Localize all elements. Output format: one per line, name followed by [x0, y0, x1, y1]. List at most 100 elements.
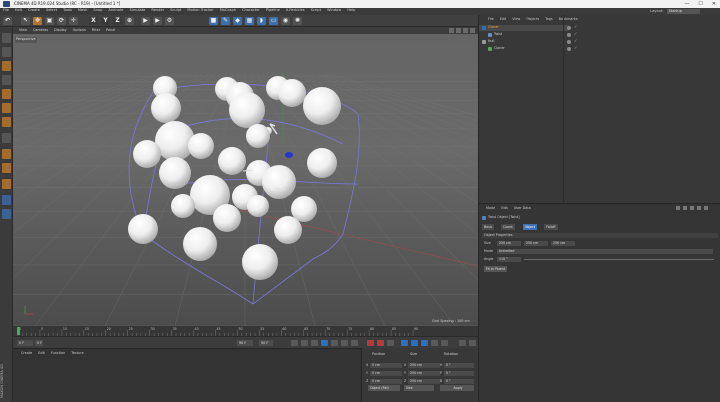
enabled-check-icon[interactable]: ✓ [574, 46, 577, 50]
parameter-key-icon[interactable] [431, 340, 438, 346]
tab-basic[interactable]: Basic [482, 224, 495, 230]
go-to-end-icon[interactable] [351, 340, 358, 346]
object-name[interactable]: Cloner [494, 46, 505, 50]
size-field[interactable]: 250 cm [408, 371, 440, 376]
angle-slider-track[interactable] [524, 259, 714, 260]
viewport-menu-display[interactable]: Display [54, 28, 67, 32]
size-field[interactable]: 250 cm [408, 363, 440, 368]
timeline-ruler[interactable]: 0 5 10 15 20 25 30 35 40 45 50 55 60 65 70 75 80 85 90 [13, 326, 478, 336]
next-frame-icon[interactable] [331, 340, 338, 346]
am-menu-user-data[interactable]: User Data [514, 206, 531, 210]
tweak-mode-icon[interactable] [2, 149, 11, 159]
current-frame-field[interactable]: 0 F [17, 340, 33, 346]
pen-spline-icon[interactable]: ✎ [221, 17, 230, 25]
menu-help[interactable]: Help [347, 8, 355, 13]
object-name[interactable]: Cloner [488, 25, 499, 29]
menu-file[interactable]: File [3, 8, 9, 13]
y-axis-lock-button[interactable]: Y [101, 17, 110, 25]
sphere-clone[interactable] [262, 165, 296, 199]
menu-sculpt[interactable]: Sculpt [170, 8, 181, 13]
viewport-menu-panel[interactable]: Panel [106, 28, 115, 32]
lock-icon[interactable] [697, 206, 701, 210]
render-view-icon[interactable]: ▶ [141, 17, 150, 25]
rotate-icon[interactable]: ⟳ [57, 17, 66, 25]
enable-axis-icon[interactable] [2, 133, 11, 143]
sphere-clone[interactable] [246, 124, 270, 148]
tab-falloff[interactable]: Falloff [544, 224, 558, 230]
om-menu-edit[interactable]: Edit [500, 17, 507, 21]
enabled-check-icon[interactable]: ✓ [574, 25, 577, 29]
go-to-start-icon[interactable] [291, 340, 298, 346]
angle-field[interactable]: 110 ° [497, 257, 521, 262]
position-field[interactable]: 0 cm [370, 379, 402, 384]
back-arrow-icon[interactable] [676, 206, 680, 210]
timeline-playhead[interactable] [17, 327, 20, 335]
maximize-button[interactable]: ☐ [698, 1, 702, 7]
menu-snap[interactable]: Snap [93, 8, 102, 13]
sphere-clone[interactable] [183, 227, 217, 261]
sphere-clone[interactable] [303, 87, 341, 125]
timeline-window-icon[interactable] [459, 340, 466, 346]
subdivision-surface-icon[interactable]: ◆ [233, 17, 242, 25]
menu-simulate[interactable]: Simulate [129, 8, 145, 13]
points-mode-icon[interactable] [2, 89, 11, 99]
3d-viewport[interactable] [13, 34, 478, 326]
size-mode-dropdown[interactable]: Size [404, 385, 434, 391]
play-icon[interactable] [321, 340, 328, 346]
sphere-clone[interactable] [133, 140, 161, 168]
light-icon[interactable]: ✺ [293, 17, 302, 25]
menu-pipeline[interactable]: Pipeline [266, 8, 280, 13]
viewport-menu-options[interactable]: Options [73, 28, 86, 32]
om-menu-bookmarks[interactable]: Bookmarks [559, 17, 578, 21]
material-menu-texture[interactable]: Texture [71, 351, 83, 355]
viewport-zoom-icon[interactable] [456, 28, 461, 33]
menu-create[interactable]: Create [28, 8, 40, 13]
sphere-clone[interactable] [128, 214, 158, 244]
workplane-icon[interactable] [2, 75, 11, 85]
floor-icon[interactable]: ▭ [269, 17, 278, 25]
sphere-clone[interactable] [159, 157, 191, 189]
layout-dropdown[interactable]: Startup [666, 9, 700, 14]
fit-to-parent-button[interactable]: Fit to Parent [484, 266, 508, 272]
sphere-clone[interactable] [274, 216, 302, 244]
viewport-menu-view[interactable]: View [19, 28, 27, 32]
menu-edit[interactable]: Edit [15, 8, 22, 13]
locked-workplane-icon[interactable] [2, 195, 11, 205]
rotation-field[interactable]: 0 ° [444, 371, 474, 376]
previous-key-icon[interactable] [301, 340, 308, 346]
viewport-menu-filter[interactable]: Filter [92, 28, 100, 32]
menu-tools[interactable]: Tools [63, 8, 72, 13]
visibility-dot-icon[interactable] [567, 26, 571, 30]
snap-icon[interactable] [2, 163, 11, 173]
rotation-key-icon[interactable] [421, 340, 428, 346]
bend-deformer-icon[interactable]: ◗ [257, 17, 266, 25]
sphere-clone[interactable] [247, 195, 269, 217]
polygons-mode-icon[interactable] [2, 117, 11, 127]
menu-motion-tracker[interactable]: Motion Tracker [187, 8, 213, 13]
menu-window[interactable]: Window [327, 8, 341, 13]
tab-coord[interactable]: Coord. [501, 224, 516, 230]
sphere-clone[interactable] [307, 148, 337, 178]
menu-character[interactable]: Character [242, 8, 260, 13]
cube-icon[interactable]: ■ [209, 17, 218, 25]
menu-mesh[interactable]: Mesh [78, 8, 87, 13]
autokeying-icon[interactable] [377, 340, 384, 346]
sphere-clone[interactable] [188, 133, 214, 159]
material-menu-function[interactable]: Function [51, 351, 65, 355]
object-name[interactable]: Twist [494, 32, 502, 36]
size-field[interactable]: 250 cm [408, 379, 440, 384]
object-name[interactable]: Null [488, 39, 494, 43]
scale-icon[interactable]: ▣ [45, 17, 54, 25]
timeline-menu-icon[interactable] [469, 340, 476, 346]
menu-mograph[interactable]: MoGraph [220, 8, 236, 13]
om-menu-objects[interactable]: Objects [526, 17, 539, 21]
sphere-clone[interactable] [278, 79, 306, 107]
material-menu-edit[interactable]: Edit [38, 351, 45, 355]
om-menu-file[interactable]: File [488, 17, 494, 21]
sculpt-icon[interactable] [2, 179, 11, 189]
position-key-icon[interactable] [401, 340, 408, 346]
search-icon[interactable] [690, 206, 694, 210]
scale-key-icon[interactable] [411, 340, 418, 346]
array-icon[interactable]: ▦ [245, 17, 254, 25]
render-to-picture-viewer-icon[interactable]: ▶ [153, 17, 162, 25]
